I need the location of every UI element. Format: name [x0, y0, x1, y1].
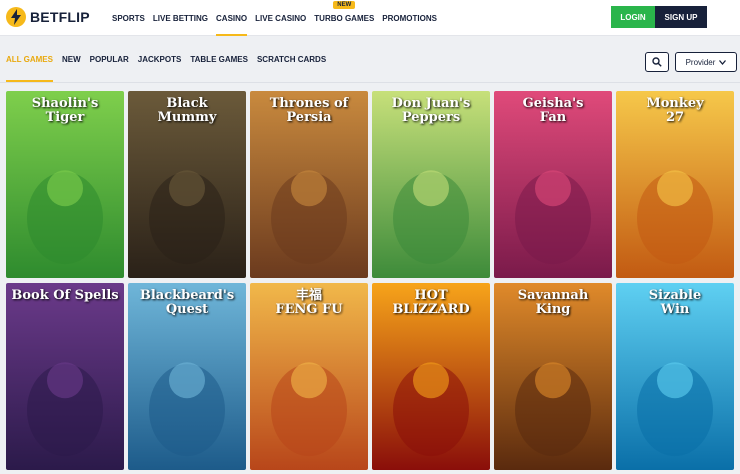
- game-tile[interactable]: Thrones of Persia: [250, 91, 368, 278]
- game-tile[interactable]: Monkey 27: [616, 91, 734, 278]
- game-title: Savannah King: [517, 288, 589, 317]
- game-title: Book Of Spells: [11, 288, 119, 303]
- game-title: Sizable Win: [648, 288, 702, 317]
- game-title: Shaolin's Tiger: [31, 96, 99, 125]
- main-nav: SPORTS LIVE BETTING CASINO LIVE CASINO N…: [112, 0, 445, 36]
- game-title: Monkey 27: [646, 96, 704, 125]
- game-tile[interactable]: Don Juan's Peppers: [372, 91, 490, 278]
- game-title: Geisha's Fan: [522, 96, 584, 125]
- tab-table-games[interactable]: TABLE GAMES: [190, 36, 248, 82]
- game-title: Blackbeard's Quest: [139, 288, 235, 317]
- tab-jackpots[interactable]: JACKPOTS: [138, 36, 182, 82]
- logo-text: BETFLIP: [30, 9, 90, 25]
- tab-all-games[interactable]: ALL GAMES: [6, 36, 53, 82]
- lightning-bolt-icon: [6, 7, 26, 27]
- games-grid: Shaolin's Tiger Black Mummy Thrones of Persi…: [6, 91, 740, 474]
- game-tile[interactable]: Shaolin's Tiger: [6, 91, 124, 278]
- provider-label: Provider: [685, 57, 716, 67]
- filter-divider: [0, 82, 740, 83]
- category-filter-bar: ALL GAMES NEW POPULAR JACKPOTS TABLE GAM…: [0, 36, 740, 84]
- game-tile[interactable]: Book Of Spells: [6, 283, 124, 470]
- nav-promotions[interactable]: PROMOTIONS: [382, 0, 437, 36]
- game-title: 丰福 FENG FU: [275, 288, 343, 317]
- game-tile[interactable]: Black Mummy: [128, 91, 246, 278]
- tab-popular[interactable]: POPULAR: [90, 36, 129, 82]
- chevron-down-icon: [719, 59, 727, 65]
- game-tile[interactable]: Geisha's Fan: [494, 91, 612, 278]
- game-title: HOT BLIZZARD: [392, 288, 470, 317]
- tab-new[interactable]: NEW: [62, 36, 81, 82]
- top-navigation-bar: BETFLIP SPORTS LIVE BETTING CASINO LIVE …: [0, 0, 740, 36]
- nav-live-casino[interactable]: LIVE CASINO: [255, 0, 306, 36]
- category-tabs: ALL GAMES NEW POPULAR JACKPOTS TABLE GAM…: [6, 36, 335, 82]
- game-title: Don Juan's Peppers: [391, 96, 471, 125]
- game-tile[interactable]: Sizable Win: [616, 283, 734, 470]
- betflip-logo[interactable]: BETFLIP: [6, 6, 90, 28]
- provider-dropdown[interactable]: Provider: [675, 52, 737, 72]
- nav-turbo-games[interactable]: NEW TURBO GAMES: [314, 0, 374, 36]
- signup-button[interactable]: SIGN UP: [655, 6, 707, 28]
- game-artwork: [6, 283, 124, 470]
- new-badge: NEW: [333, 1, 356, 9]
- game-title: Thrones of Persia: [269, 96, 349, 125]
- game-tile[interactable]: Blackbeard's Quest: [128, 283, 246, 470]
- tab-scratch-cards[interactable]: SCRATCH CARDS: [257, 36, 326, 82]
- search-icon: [652, 57, 662, 67]
- login-button[interactable]: LOGIN: [611, 6, 655, 28]
- game-tile[interactable]: Savannah King: [494, 283, 612, 470]
- nav-live-betting[interactable]: LIVE BETTING: [153, 0, 208, 36]
- search-button[interactable]: [645, 52, 669, 72]
- game-title: Black Mummy: [157, 96, 217, 125]
- nav-casino[interactable]: CASINO: [216, 0, 248, 36]
- game-tile[interactable]: HOT BLIZZARD: [372, 283, 490, 470]
- game-tile[interactable]: 丰福 FENG FU: [250, 283, 368, 470]
- nav-sports[interactable]: SPORTS: [112, 0, 145, 36]
